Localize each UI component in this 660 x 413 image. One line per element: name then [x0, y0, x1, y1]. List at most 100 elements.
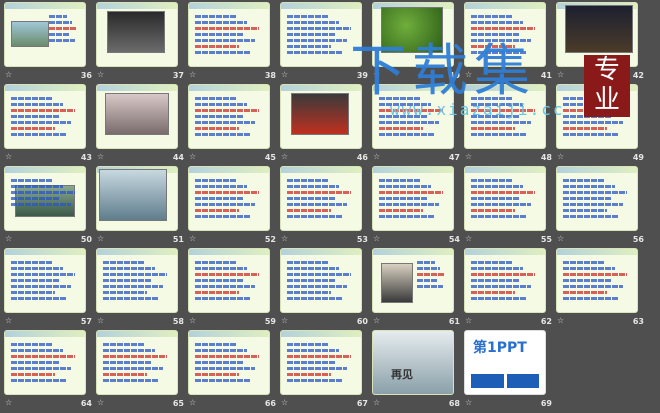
slide-thumbnail[interactable]: ☆ 47: [370, 82, 464, 164]
slide-thumbnail[interactable]: ☆ 58: [94, 246, 188, 328]
text-line: [379, 191, 443, 194]
text-line: [563, 215, 619, 218]
slide-transition-icon: ☆: [189, 70, 197, 79]
slide-number: 43: [80, 153, 92, 162]
slide-thumbnail[interactable]: ☆ 55: [462, 164, 556, 246]
slide-thumbnail[interactable]: ☆ 49: [554, 82, 648, 164]
slide-transition-icon: ☆: [373, 316, 381, 325]
text-line: [195, 39, 255, 42]
text-line: [195, 279, 244, 282]
slide-image: [291, 93, 349, 135]
slide-thumbnail[interactable]: ☆ 54: [370, 164, 464, 246]
slide-thumbnail[interactable]: ☆ 51: [94, 164, 188, 246]
text-line: [287, 379, 343, 382]
text-line: [195, 373, 240, 376]
text-line: [103, 343, 144, 346]
slide-preview: [464, 248, 546, 313]
text-line: [471, 273, 535, 276]
slide-image: [381, 263, 413, 303]
slide-thumbnail[interactable]: ☆ 38: [186, 0, 280, 82]
slide-transition-icon: ☆: [281, 398, 289, 407]
text-line: [471, 279, 520, 282]
text-line: [195, 179, 236, 182]
text-line: [287, 291, 332, 294]
text-line: [471, 103, 524, 106]
text-line: [11, 179, 52, 182]
slide-thumbnail[interactable]: ☆ 53: [278, 164, 372, 246]
slide-thumbnail[interactable]: ☆ 65: [94, 328, 188, 410]
text-line: [11, 191, 75, 194]
slide-thumbnail[interactable]: ☆ 57: [2, 246, 96, 328]
slide-thumbnail[interactable]: ☆ 63: [554, 246, 648, 328]
slide-thumbnail[interactable]: ☆ 64: [2, 328, 96, 410]
text-line: [103, 361, 152, 364]
text-line: [195, 27, 259, 30]
slide-thumbnail[interactable]: ☆ 50: [2, 164, 96, 246]
text-line: [103, 285, 163, 288]
slide-preview: [4, 330, 86, 395]
text-line: [287, 21, 340, 24]
slide-thumbnail[interactable]: ☆ 67: [278, 328, 372, 410]
slide-thumbnail[interactable]: 再见 ☆ 68: [370, 328, 464, 410]
slide-transition-icon: ☆: [465, 70, 473, 79]
slide-preview: [96, 2, 178, 67]
slide-thumbnail[interactable]: ☆ 41: [462, 0, 556, 82]
text-line: [11, 343, 52, 346]
text-line: [195, 367, 255, 370]
text-line: [195, 51, 251, 54]
slide-thumbnail[interactable]: ☆ 43: [2, 82, 96, 164]
slide-thumbnail[interactable]: ☆ 42: [554, 0, 648, 82]
slide-thumbnail[interactable]: ☆ 36: [2, 0, 96, 82]
text-line: [287, 27, 351, 30]
text-line: [11, 291, 56, 294]
slide-number: 50: [80, 235, 92, 244]
slide-text-lines: [195, 261, 263, 306]
slide-thumbnail[interactable]: ☆ 45: [186, 82, 280, 164]
text-line: [563, 121, 623, 124]
slide-preview: [280, 330, 362, 395]
slide-thumbnail[interactable]: ☆ 61: [370, 246, 464, 328]
slide-thumbnail[interactable]: ☆ 62: [462, 246, 556, 328]
slide-transition-icon: ☆: [373, 70, 381, 79]
slide-thumbnail[interactable]: ☆ 40: [370, 0, 464, 82]
slide-thumbnail[interactable]: ☆ 37: [94, 0, 188, 82]
text-line: [471, 97, 512, 100]
slide-thumbnail[interactable]: ☆ 52: [186, 164, 280, 246]
slide-thumbnail[interactable]: ☆ 59: [186, 246, 280, 328]
slide-number: 61: [448, 317, 460, 326]
slide-thumbnail[interactable]: ☆ 39: [278, 0, 372, 82]
slide-number: 60: [356, 317, 368, 326]
text-line: [195, 291, 240, 294]
text-line: [563, 185, 616, 188]
slide-header-decoration: [189, 249, 269, 255]
slide-thumbnail[interactable]: ☆ 44: [94, 82, 188, 164]
slide-thumbnail[interactable]: ☆ 56: [554, 164, 648, 246]
slide-number: 36: [80, 71, 92, 80]
text-line: [287, 33, 336, 36]
text-line: [417, 285, 444, 288]
slide-transition-icon: ☆: [97, 152, 105, 161]
text-line: [417, 279, 439, 282]
slide-number: 48: [540, 153, 552, 162]
slide-transition-icon: ☆: [557, 234, 565, 243]
text-line: [195, 297, 251, 300]
slide-thumbnail[interactable]: ☆ 48: [462, 82, 556, 164]
slide-number: 59: [264, 317, 276, 326]
text-line: [287, 51, 343, 54]
slide-thumbnail[interactable]: ☆ 46: [278, 82, 372, 164]
text-line: [563, 209, 608, 212]
text-line: [471, 261, 512, 264]
text-line: [471, 297, 527, 300]
text-line: [49, 15, 67, 18]
text-line: [195, 191, 259, 194]
text-line: [471, 291, 516, 294]
slide-transition-icon: ☆: [189, 398, 197, 407]
text-line: [379, 97, 420, 100]
slide-thumbnail[interactable]: ☆ 66: [186, 328, 280, 410]
slide-thumbnail[interactable]: ☆ 60: [278, 246, 372, 328]
text-line: [287, 209, 332, 212]
text-line: [195, 361, 244, 364]
text-line: [11, 279, 60, 282]
slide-header-decoration: [465, 249, 545, 255]
slide-thumbnail[interactable]: 第1PPT ☆ 69: [462, 328, 556, 410]
